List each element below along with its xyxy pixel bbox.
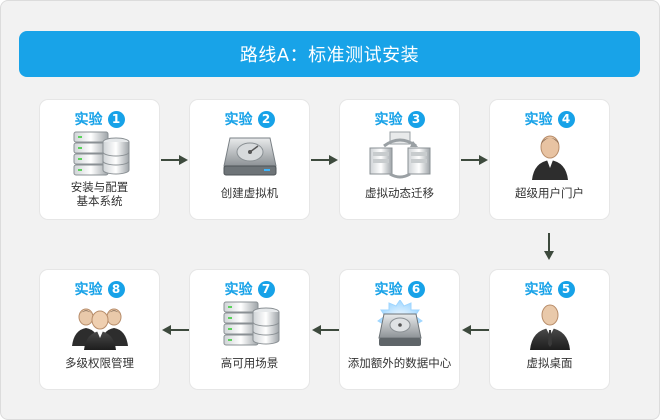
step-label-line: 虚拟桌面 xyxy=(526,356,573,370)
step-heading: 实验 xyxy=(524,112,553,128)
datacenter-disk-icon xyxy=(377,300,423,346)
step-number-badge: 4 xyxy=(557,110,575,128)
step-card-4[interactable]: 实验 4 超级用户门户 xyxy=(490,100,609,219)
step-heading: 实验 xyxy=(374,282,403,298)
step-header: 实验 6 xyxy=(340,279,459,299)
arrow-right-icon xyxy=(161,155,188,165)
arrow-left-icon xyxy=(312,325,339,335)
arrow-down-icon xyxy=(544,233,554,260)
step-label: 高可用场景 xyxy=(194,356,305,370)
step-header: 实验 4 xyxy=(490,109,609,129)
step-number-badge: 3 xyxy=(407,110,425,128)
step-label: 安装与配置 基本系统 xyxy=(44,180,155,208)
step-number-badge: 2 xyxy=(257,110,275,128)
step-label: 虚拟动态迁移 xyxy=(344,186,455,200)
step-number-badge: 7 xyxy=(257,280,275,298)
step-label-line: 高可用场景 xyxy=(220,356,279,370)
step-header: 实验 8 xyxy=(40,279,159,299)
step-label-line: 添加额外的数据中心 xyxy=(347,356,452,370)
step-label-line: 安装与配置 xyxy=(70,180,129,194)
step-header: 实验 1 xyxy=(40,109,159,129)
hard-drive-icon xyxy=(223,137,277,176)
step-heading: 实验 xyxy=(224,282,253,298)
arrow-right-icon xyxy=(311,155,338,165)
step-card-3[interactable]: 实验 3 虚拟动态迁移 xyxy=(340,100,459,219)
route-title: 路线A：标准测试安装 xyxy=(19,31,640,77)
business-user-icon xyxy=(530,304,570,350)
step-header: 实验 5 xyxy=(490,279,609,299)
migration-servers-icon xyxy=(369,131,431,179)
step-number-badge: 6 xyxy=(407,280,425,298)
step-label: 超级用户门户 xyxy=(494,186,605,200)
step-header: 实验 3 xyxy=(340,109,459,129)
step-card-1[interactable]: 实验 1 安装与配置 基本系统 xyxy=(40,100,159,219)
step-label-line: 基本系统 xyxy=(76,194,123,208)
step-card-5[interactable]: 实验 5 虚拟桌面 xyxy=(490,270,609,389)
step-number-badge: 5 xyxy=(557,280,575,298)
step-card-7[interactable]: 实验 7 高可用场景 xyxy=(190,270,309,389)
database-server-icon xyxy=(73,131,130,176)
step-label-line: 多级权限管理 xyxy=(65,356,134,370)
arrow-right-icon xyxy=(461,155,488,165)
step-heading: 实验 xyxy=(374,112,403,128)
step-heading: 实验 xyxy=(224,112,253,128)
step-label: 添加额外的数据中心 xyxy=(344,356,455,370)
step-label: 多级权限管理 xyxy=(44,356,155,370)
step-label: 创建虚拟机 xyxy=(194,186,305,200)
user-icon xyxy=(532,135,568,180)
step-label-line: 创建虚拟机 xyxy=(220,186,279,200)
step-header: 实验 2 xyxy=(190,109,309,129)
step-header: 实验 7 xyxy=(190,279,309,299)
step-label: 虚拟桌面 xyxy=(494,356,605,370)
step-card-2[interactable]: 实验 2 创建虚拟机 xyxy=(190,100,309,219)
step-card-8[interactable]: 实验 8 多级权限管理 xyxy=(40,270,159,389)
step-card-6[interactable]: 实验 6 添加额外的数据中心 xyxy=(340,270,459,389)
step-heading: 实验 xyxy=(74,282,103,298)
step-label-line: 虚拟动态迁移 xyxy=(365,186,434,200)
database-server-icon xyxy=(223,301,280,346)
step-number-badge: 1 xyxy=(107,110,125,128)
arrow-left-icon xyxy=(162,325,189,335)
user-group-icon xyxy=(72,308,128,350)
step-heading: 实验 xyxy=(524,282,553,298)
step-label-line: 超级用户门户 xyxy=(515,186,584,200)
arrow-left-icon xyxy=(462,325,489,335)
step-number-badge: 8 xyxy=(107,280,125,298)
step-heading: 实验 xyxy=(74,112,103,128)
